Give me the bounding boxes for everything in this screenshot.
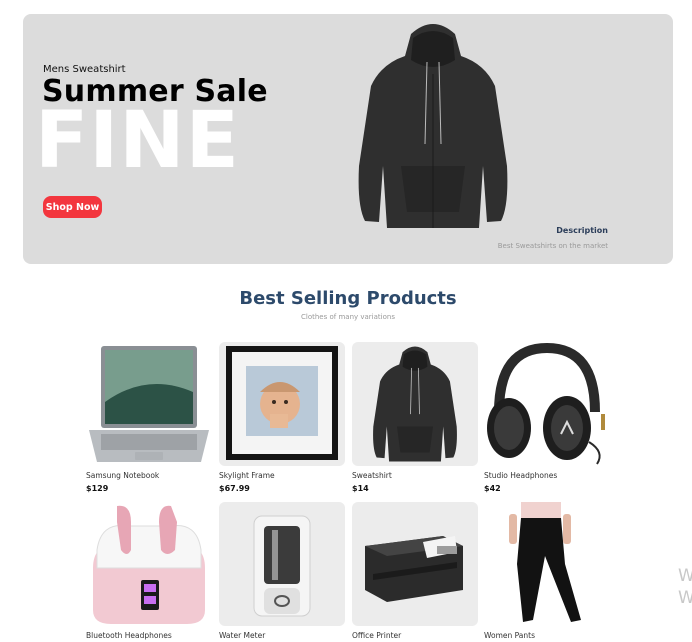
- product-card[interactable]: Sweatshirt $14: [352, 342, 478, 493]
- product-name[interactable]: Studio Headphones: [484, 471, 610, 480]
- product-image[interactable]: [219, 502, 345, 626]
- product-card[interactable]: Water Meter: [219, 502, 345, 642]
- section-title: Best Selling Products: [239, 288, 457, 309]
- printer-icon: [365, 536, 463, 602]
- photo-frame-icon: [226, 346, 338, 460]
- product-name[interactable]: Bluetooth Headphones: [86, 631, 212, 640]
- description-title: Description: [556, 226, 608, 235]
- product-card[interactable]: Office Printer: [352, 502, 478, 642]
- product-card[interactable]: Women Pants: [484, 502, 610, 642]
- product-image[interactable]: [484, 502, 610, 626]
- product-card[interactable]: Bluetooth Headphones: [86, 502, 212, 642]
- shop-now-button[interactable]: Shop Now: [43, 196, 102, 218]
- hero-big-text: FINE: [35, 96, 240, 186]
- product-image[interactable]: [219, 342, 345, 466]
- product-image[interactable]: [352, 342, 478, 466]
- watermark-text: W: [678, 566, 692, 586]
- product-card[interactable]: Samsung Notebook $129: [86, 342, 212, 493]
- product-image[interactable]: [484, 342, 610, 466]
- product-image[interactable]: [352, 502, 478, 626]
- product-price: $129: [86, 484, 109, 493]
- product-price: $14: [352, 484, 369, 493]
- hoodie-image: [358, 24, 508, 228]
- product-name[interactable]: Sweatshirt: [352, 471, 478, 480]
- product-name[interactable]: Women Pants: [484, 631, 610, 640]
- watermark-text: W: [678, 588, 692, 608]
- product-card[interactable]: Studio Headphones $42: [484, 342, 610, 493]
- product-name[interactable]: Samsung Notebook: [86, 471, 212, 480]
- product-price: $42: [484, 484, 501, 493]
- water-meter-icon: [253, 515, 311, 617]
- laptop-icon: [89, 346, 209, 462]
- description-text: Best Sweatshirts on the market: [497, 242, 608, 250]
- product-price: $67.99: [219, 484, 250, 493]
- product-card[interactable]: Skylight Frame $67.99: [219, 342, 345, 493]
- section-subtitle: Clothes of many variations: [301, 313, 395, 321]
- hero-banner: Mens Sweatshirt Summer Sale FINE Shop No…: [23, 14, 673, 264]
- hoodie-icon: [373, 346, 457, 462]
- product-name[interactable]: Skylight Frame: [219, 471, 345, 480]
- product-image[interactable]: [86, 342, 212, 466]
- product-name[interactable]: Water Meter: [219, 631, 345, 640]
- headphones-icon: [487, 342, 605, 465]
- pants-icon: [509, 502, 581, 622]
- product-image[interactable]: [86, 502, 212, 626]
- earbuds-icon: [93, 505, 205, 624]
- product-name[interactable]: Office Printer: [352, 631, 478, 640]
